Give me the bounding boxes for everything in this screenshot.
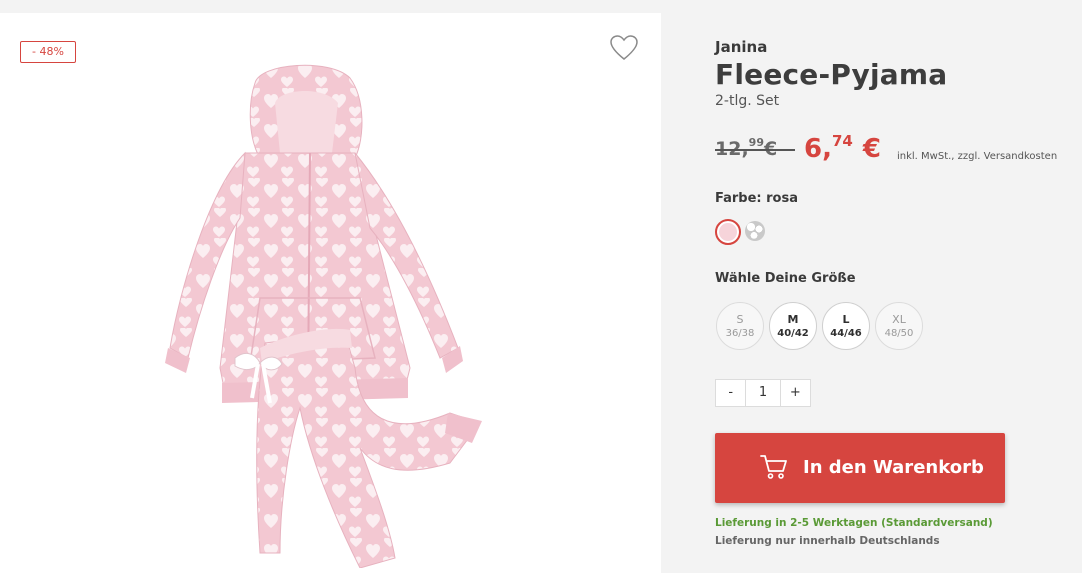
old-price: 12,99€ bbox=[715, 136, 795, 160]
size-button-xl[interactable]: XL 48/50 bbox=[875, 302, 923, 350]
size-button-s[interactable]: S 36/38 bbox=[716, 302, 764, 350]
size-button-m[interactable]: M 40/42 bbox=[769, 302, 817, 350]
add-to-cart-label: In den Warenkorb bbox=[803, 457, 984, 478]
wishlist-heart-icon[interactable] bbox=[609, 34, 639, 62]
add-to-cart-button[interactable]: In den Warenkorb bbox=[715, 433, 1005, 503]
product-details: Janina Fleece-Pyjama 2-tlg. Set 12,99€ 6… bbox=[715, 0, 1075, 563]
product-title: Fleece-Pyjama bbox=[715, 58, 948, 91]
sale-price: 6,74 € bbox=[804, 132, 881, 164]
color-swatch-rosa[interactable] bbox=[715, 219, 741, 245]
quantity-stepper: - 1 + bbox=[715, 379, 811, 407]
quantity-decrease-button[interactable]: - bbox=[716, 380, 747, 406]
cart-icon bbox=[760, 455, 787, 479]
product-image-panel: - 48% bbox=[0, 13, 661, 573]
color-label: Farbe: rosa bbox=[715, 191, 799, 206]
old-price-strikethrough bbox=[715, 149, 795, 151]
size-button-l[interactable]: L 44/46 bbox=[822, 302, 870, 350]
price-row: 12,99€ 6,74€ inkl. MwSt., zzgl. Versandk… bbox=[715, 132, 1075, 170]
product-subtitle: 2-tlg. Set bbox=[715, 93, 780, 109]
tax-shipping-note[interactable]: inkl. MwSt., zzgl. Versandkosten bbox=[897, 151, 1057, 162]
color-swatch-grey[interactable] bbox=[745, 221, 765, 241]
brand-name[interactable]: Janina bbox=[715, 38, 767, 56]
quantity-input[interactable]: 1 bbox=[746, 380, 779, 406]
quantity-increase-button[interactable]: + bbox=[779, 380, 810, 406]
size-label: Wähle Deine Größe bbox=[715, 271, 856, 286]
delivery-region-note: Lieferung nur innerhalb Deutschlands bbox=[715, 535, 940, 547]
pyjama-product-image bbox=[165, 64, 482, 568]
discount-badge: - 48% bbox=[20, 41, 76, 63]
delivery-time: Lieferung in 2-5 Werktagen (Standardvers… bbox=[715, 517, 993, 529]
